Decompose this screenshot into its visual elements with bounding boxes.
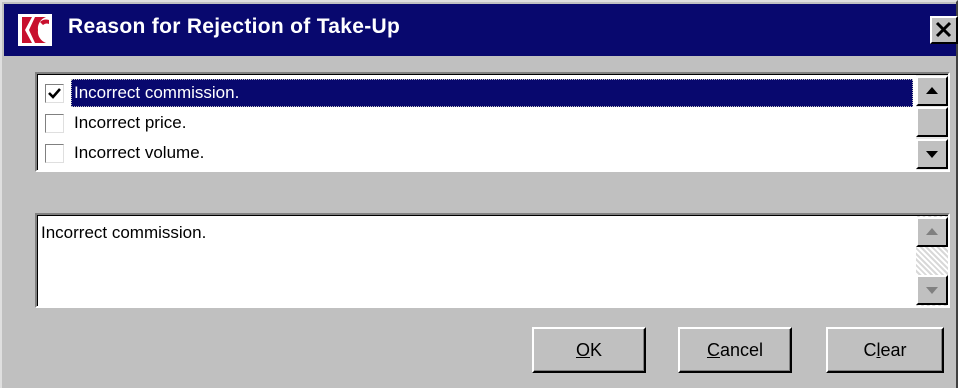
- clear-button[interactable]: Clear: [826, 327, 944, 373]
- scroll-down-button[interactable]: [916, 139, 948, 169]
- check-icon: [48, 88, 61, 99]
- arrow-down-icon: [926, 287, 938, 294]
- scroll-down-button[interactable]: [916, 275, 948, 305]
- scroll-up-button[interactable]: [916, 217, 948, 247]
- arrow-up-icon: [926, 228, 938, 235]
- reason-checkbox[interactable]: [45, 144, 64, 163]
- ok-button[interactable]: OK: [532, 327, 646, 373]
- app-logo-icon: [18, 14, 52, 46]
- dialog-window: Reason for Rejection of Take-Up Incorrec…: [0, 0, 958, 388]
- reason-checklist[interactable]: Incorrect commission. Incorrect price. I…: [35, 72, 950, 172]
- reason-text: Incorrect commission.: [41, 223, 207, 242]
- reason-label: Incorrect volume.: [74, 143, 205, 162]
- arrow-down-icon: [926, 151, 938, 158]
- reason-label: Incorrect price.: [74, 113, 187, 132]
- close-icon: [932, 21, 956, 46]
- reason-text-scrollbar[interactable]: [916, 216, 948, 306]
- cancel-button[interactable]: Cancel: [678, 327, 792, 373]
- reason-list-scrollbar[interactable]: [916, 75, 948, 170]
- list-item[interactable]: Incorrect price.: [41, 108, 913, 138]
- reason-label: Incorrect commission.: [71, 79, 913, 107]
- scroll-thumb[interactable]: [916, 107, 948, 137]
- close-button[interactable]: [930, 16, 958, 44]
- list-item[interactable]: Incorrect volume.: [41, 138, 913, 168]
- reason-checkbox[interactable]: [45, 84, 64, 103]
- scroll-up-button[interactable]: [916, 76, 948, 106]
- arrow-up-icon: [926, 87, 938, 94]
- reason-checkbox[interactable]: [45, 114, 64, 133]
- title-bar[interactable]: Reason for Rejection of Take-Up: [4, 4, 958, 56]
- reason-text-area[interactable]: Incorrect commission.: [35, 213, 950, 308]
- window-title: Reason for Rejection of Take-Up: [68, 15, 401, 38]
- list-item[interactable]: Incorrect commission.: [41, 78, 913, 108]
